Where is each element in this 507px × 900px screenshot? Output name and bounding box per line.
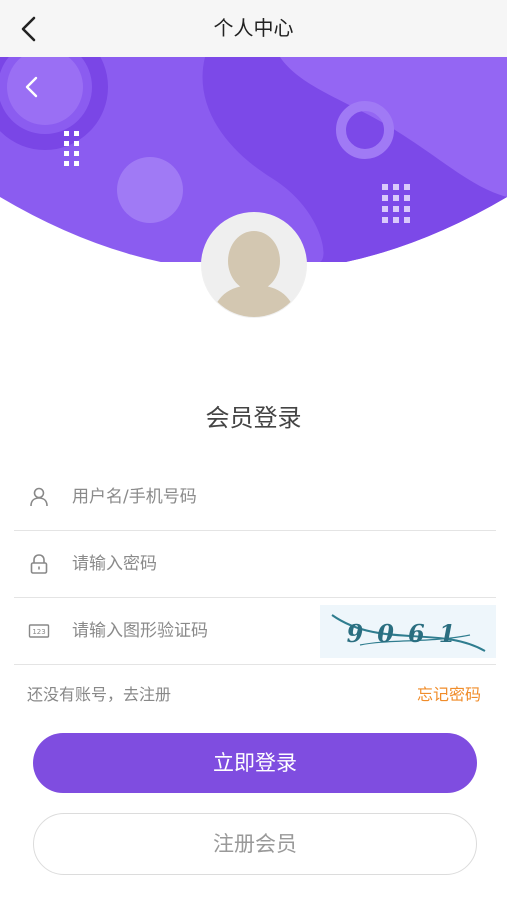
captcha-input[interactable] <box>72 616 312 646</box>
top-nav-bar: 个人中心 <box>0 0 507 57</box>
avatar[interactable] <box>202 213 306 317</box>
username-input[interactable] <box>72 482 312 512</box>
password-row <box>14 531 496 598</box>
username-row <box>14 464 496 531</box>
user-icon <box>30 487 48 507</box>
user-avatar-icon <box>202 213 306 317</box>
captcha-text: 9061 <box>347 619 470 648</box>
captcha-image[interactable]: 9061 <box>320 605 496 658</box>
register-member-button[interactable]: 注册会员 <box>33 813 477 875</box>
captcha-code-icon: 123 <box>28 624 50 638</box>
lock-icon <box>30 554 48 574</box>
captcha-graphic: 9061 <box>331 614 486 652</box>
forgot-password-link[interactable]: 忘记密码 <box>417 681 481 705</box>
register-link[interactable]: 还没有账号，去注册 <box>27 681 171 705</box>
login-button[interactable]: 立即登录 <box>33 733 477 793</box>
login-title: 会员登录 <box>205 404 302 432</box>
svg-text:123: 123 <box>32 628 45 636</box>
banner-back-icon[interactable] <box>16 72 46 102</box>
page-title: 个人中心 <box>213 16 294 40</box>
password-input[interactable] <box>72 549 312 579</box>
